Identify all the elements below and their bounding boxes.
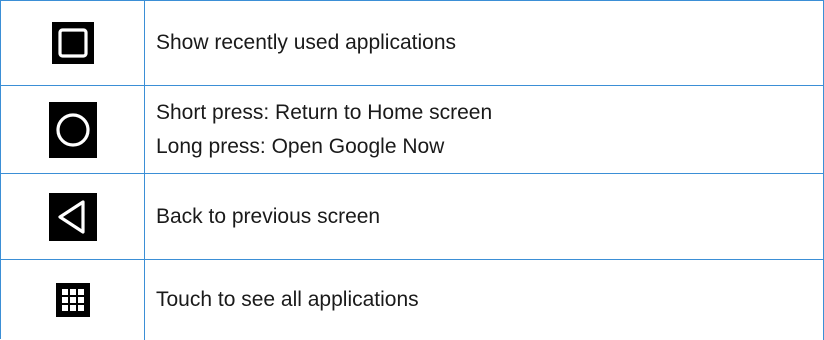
icon-cell bbox=[1, 260, 145, 340]
back-triangle-icon bbox=[48, 192, 97, 241]
description-cell: Show recently used applications bbox=[145, 1, 824, 85]
home-circle-icon bbox=[48, 101, 97, 158]
description-line-short-press: Short press: Return to Home screen bbox=[156, 100, 493, 124]
description-line-long-press: Long press: Open Google Now bbox=[156, 134, 445, 158]
icon-cell bbox=[1, 86, 145, 173]
table-row: Touch to see all applications bbox=[1, 260, 824, 340]
description-line: Back to previous screen bbox=[156, 204, 381, 228]
description-line: Touch to see all applications bbox=[156, 288, 419, 311]
all-apps-grid-icon bbox=[55, 283, 90, 317]
icon-cell bbox=[1, 174, 145, 259]
icon-cell bbox=[1, 1, 145, 85]
navigation-buttons-table: Show recently used applications Short pr… bbox=[0, 0, 824, 340]
table-row: Short press: Return to Home screen Long … bbox=[1, 86, 824, 174]
table-row: Show recently used applications bbox=[1, 1, 824, 86]
description-line: Show recently used applications bbox=[156, 31, 457, 54]
recent-apps-square-icon bbox=[51, 22, 94, 64]
description-cell: Short press: Return to Home screen Long … bbox=[145, 86, 824, 173]
description-cell: Back to previous screen bbox=[145, 174, 824, 259]
table-row: Back to previous screen bbox=[1, 174, 824, 260]
description-cell: Touch to see all applications bbox=[145, 260, 824, 340]
